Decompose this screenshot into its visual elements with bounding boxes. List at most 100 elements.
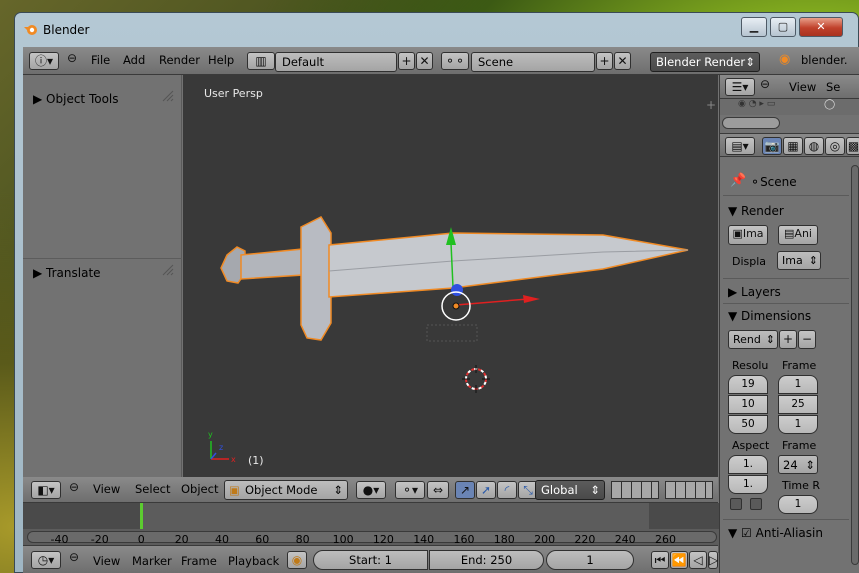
maximize-button[interactable]: ▢ (770, 17, 796, 37)
restrict-icon[interactable]: ◯ (824, 99, 835, 110)
pivot-point-button[interactable]: ⚬▾ (395, 481, 425, 499)
drag-handle-icon[interactable] (161, 89, 175, 103)
move-manipulator-button[interactable]: ➚ (476, 481, 496, 499)
minimize-button[interactable]: ▁ (741, 17, 767, 37)
sword-mesh[interactable] (220, 216, 689, 341)
layer-buttons-group-2[interactable] (665, 481, 713, 499)
orientation-dropdown[interactable]: Global ⇕ (535, 480, 605, 500)
resolution-percent-field[interactable]: 50 (728, 415, 768, 434)
scene-field[interactable]: Scene (471, 52, 595, 72)
editor-type-properties-button[interactable]: ▤▾ (725, 137, 755, 155)
frame-end-field[interactable]: 25 (778, 395, 818, 414)
render-panel-header[interactable]: ▼ Render (728, 204, 784, 218)
menu-file[interactable]: File (91, 53, 110, 67)
menu-render[interactable]: Render (159, 53, 200, 67)
menu-select[interactable]: Select (135, 482, 170, 496)
add-preset-icon[interactable]: + (779, 330, 797, 349)
editor-type-timeline-button[interactable]: ◷▾ (31, 551, 61, 569)
mode-dropdown[interactable]: ▣ Object Mode ⇕ (224, 480, 348, 500)
eye-icon[interactable]: ◉ ◔ ▸ ▭ (738, 99, 775, 109)
screen-layout-field[interactable]: Default (275, 52, 397, 72)
frame-step-field[interactable]: 1 (778, 415, 818, 434)
manipulator-toggle-button[interactable]: ⇔ (427, 481, 449, 499)
render-tab-button[interactable]: 📷 (762, 137, 782, 155)
blender-logo-icon (24, 25, 37, 35)
jump-start-button[interactable]: ⏮ (651, 551, 669, 569)
scene-canvas[interactable] (183, 75, 718, 477)
texture-tab-button[interactable]: ▩ (846, 137, 859, 155)
collapse-menu-icon[interactable]: ⊖ (69, 480, 79, 494)
translate-manipulator-button[interactable]: ↗ (455, 481, 475, 499)
render-animation-button[interactable]: ▤Ani (778, 225, 818, 245)
render-layers-tab-button[interactable]: ▦ (783, 137, 803, 155)
render-image-button[interactable]: ▣Ima (728, 225, 768, 245)
object-tools-label: Object Tools (46, 92, 119, 106)
checkbox-checked-icon[interactable]: ☑ (741, 526, 756, 540)
play-reverse-button[interactable]: ◁ (689, 551, 707, 569)
collapse-menu-icon[interactable]: ⊖ (760, 77, 770, 91)
aspect-y-field[interactable]: 1. (728, 475, 768, 494)
outliner-scrollbar[interactable] (722, 117, 780, 129)
layer-buttons-group-1[interactable] (611, 481, 659, 499)
dropdown-arrows-icon: ⇕ (590, 483, 600, 497)
properties-scrollbar[interactable] (851, 165, 859, 565)
border-checkbox[interactable] (730, 498, 742, 510)
antialiasing-panel-header[interactable]: ▼ ☑ Anti-Aliasin (728, 526, 823, 540)
menu-object[interactable]: Object (181, 482, 218, 496)
close-button[interactable]: ✕ (799, 17, 843, 37)
frame-start-field[interactable]: 1 (778, 375, 818, 394)
menu-help[interactable]: Help (208, 53, 234, 67)
menu-view[interactable]: View (789, 80, 816, 94)
prev-keyframe-button[interactable]: ⏪ (670, 551, 688, 569)
crop-checkbox[interactable] (750, 498, 762, 510)
time-remap-field[interactable]: 1 (778, 495, 818, 514)
render-engine-dropdown[interactable]: Blender Render ⇕ (650, 52, 760, 72)
aspect-x-field[interactable]: 1. (728, 455, 768, 474)
frame-rate-dropdown[interactable]: 24 ⇕ (778, 455, 818, 474)
scene-selector-button[interactable]: ⚬⚬ (441, 52, 469, 70)
play-button[interactable]: ▷ (708, 551, 718, 569)
remove-layout-icon[interactable]: ✕ (416, 52, 433, 70)
3d-viewport[interactable]: User Persp + x y z (1) (183, 75, 718, 477)
editor-type-outliner-button[interactable]: ☰▾ (725, 78, 755, 96)
current-frame-field[interactable]: 1 (546, 550, 634, 570)
3d-cursor-icon[interactable] (462, 365, 490, 393)
world-icon: ◎ (829, 139, 841, 153)
rotate-manipulator-button[interactable]: ◜ (497, 481, 517, 499)
menu-view[interactable]: View (93, 554, 120, 568)
scene-tab-button[interactable]: ◍ (804, 137, 824, 155)
resolution-x-field[interactable]: 19 (728, 375, 768, 394)
world-tab-button[interactable]: ◎ (825, 137, 845, 155)
current-frame-marker[interactable] (140, 503, 143, 529)
drag-handle-icon[interactable] (161, 263, 175, 277)
remove-preset-icon[interactable]: − (798, 330, 816, 349)
window-titlebar[interactable]: Blender ▁ ▢ ✕ (15, 13, 858, 47)
remove-scene-icon[interactable]: ✕ (614, 52, 631, 70)
dropdown-arrows-icon: ⇕ (805, 458, 815, 472)
viewport-shading-button[interactable]: ●▾ (356, 481, 386, 499)
add-layout-icon[interactable]: + (398, 52, 415, 70)
preview-range-button[interactable]: ◉ (287, 551, 307, 569)
display-dropdown[interactable]: Ima ⇕ (777, 251, 821, 270)
start-frame-field[interactable]: Start: 1 (313, 550, 428, 570)
editor-type-3d-button[interactable]: ◧▾ (31, 481, 61, 499)
menu-playback[interactable]: Playback (228, 554, 279, 568)
collapse-menu-icon[interactable]: ⊖ (69, 550, 79, 564)
dimensions-panel-header[interactable]: ▼ Dimensions (728, 309, 811, 323)
end-frame-field[interactable]: End: 250 (429, 550, 544, 570)
menu-view[interactable]: View (93, 482, 120, 496)
object-tools-panel[interactable]: ▶ Object Tools (33, 92, 119, 106)
layers-panel-header[interactable]: ▶ Layers (728, 285, 781, 299)
pin-icon[interactable]: 📌 (730, 173, 746, 188)
menu-add[interactable]: Add (123, 53, 145, 67)
menu-frame[interactable]: Frame (181, 554, 217, 568)
editor-type-info-button[interactable]: ⓘ▾ (29, 52, 59, 70)
render-preset-dropdown[interactable]: Rend ⇕ (728, 330, 778, 349)
resolution-y-field[interactable]: 10 (728, 395, 768, 414)
menu-marker[interactable]: Marker (132, 554, 172, 568)
screen-layout-button[interactable]: ▥ (247, 52, 275, 70)
outliner-tree[interactable]: ◉ ◔ ▸ ▭ ◯ (720, 99, 859, 115)
add-scene-icon[interactable]: + (596, 52, 613, 70)
collapse-menu-icon[interactable]: ⊖ (67, 51, 77, 65)
translate-panel[interactable]: ▶ Translate (33, 266, 101, 280)
